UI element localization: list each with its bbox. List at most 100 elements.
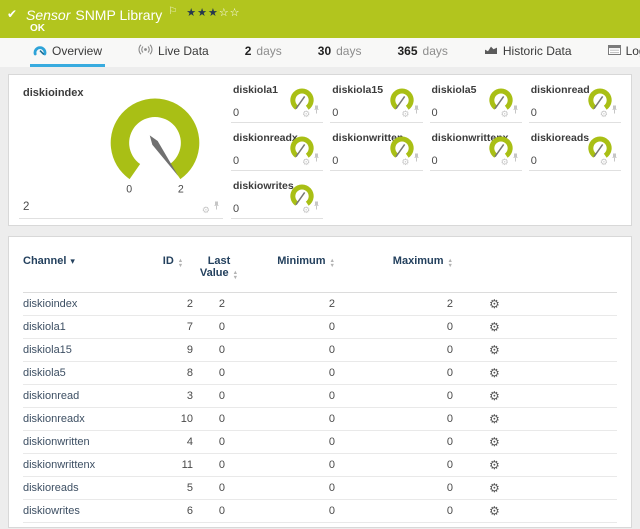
pin-icon[interactable] — [512, 101, 519, 119]
small-gauge-cell: diskionwrittenx 0 ⚙ — [430, 129, 522, 171]
tab-live-data[interactable]: Live Data — [135, 38, 212, 67]
pin-icon[interactable] — [313, 101, 320, 119]
star-empty-icon[interactable]: ☆☆ — [219, 7, 241, 19]
channel-settings-gear-icon[interactable]: ⚙ — [489, 527, 500, 529]
channel-settings-gear-icon[interactable]: ⚙ — [489, 458, 500, 472]
small-gauge-title: diskioreads — [531, 132, 589, 144]
channel-name-cell: diskiola5 — [23, 362, 151, 385]
small-gauge-title: diskiola15 — [332, 84, 383, 96]
small-gauge-cell: diskiola5 0 ⚙ — [430, 81, 522, 123]
channel-settings-gear-icon[interactable]: ⚙ — [489, 389, 500, 403]
pin-icon[interactable] — [313, 149, 320, 167]
sort-both-icon: ▲▼ — [178, 259, 183, 268]
tab-365-days[interactable]: 365 days — [394, 38, 450, 67]
gauge-gear-icon[interactable]: ⚙ — [600, 158, 608, 167]
channel-settings-gear-icon[interactable]: ⚙ — [489, 320, 500, 334]
gauge-scale-min: 0 — [126, 184, 132, 196]
channel-row: diskiowrites 6 0 0 0 ⚙ — [23, 500, 617, 523]
channel-name-cell: diskiola1 — [23, 316, 151, 339]
channel-last-value-cell: 0 — [195, 408, 243, 431]
tab-number: 365 — [397, 44, 417, 58]
channel-last-value-cell: 0 — [195, 316, 243, 339]
channel-minimum-cell: 0 — [243, 454, 363, 477]
tab-historic-data[interactable]: Historic Data — [481, 38, 575, 67]
small-gauge-value: 0 — [332, 155, 338, 167]
gauge-gear-icon[interactable]: ⚙ — [600, 110, 608, 119]
channel-last-value-cell — [195, 523, 243, 529]
tab-number: 2 — [245, 44, 252, 58]
channel-settings-gear-icon[interactable]: ⚙ — [489, 481, 500, 495]
channel-minimum-cell: 0 — [243, 431, 363, 454]
channel-maximum-cell: 2 — [363, 293, 481, 316]
small-gauge-cell: diskiola15 0 ⚙ — [330, 81, 422, 123]
channel-id-cell: 8 — [151, 362, 195, 385]
channel-settings-gear-icon[interactable]: ⚙ — [489, 343, 500, 357]
tab-log[interactable]: Log — [605, 38, 640, 67]
tab-label: days — [423, 44, 448, 58]
channel-minimum-cell: 0 — [243, 408, 363, 431]
pin-icon[interactable] — [413, 149, 420, 167]
channel-maximum-cell: 0 — [363, 431, 481, 454]
gauge-gear-icon[interactable]: ⚙ — [401, 158, 409, 167]
channel-settings-gear-icon[interactable]: ⚙ — [489, 435, 500, 449]
tab-overview[interactable]: Overview — [30, 38, 105, 67]
channel-name-cell: Downtime — [23, 523, 151, 529]
main-gauge-value: 2 — [23, 201, 29, 213]
pin-icon[interactable] — [413, 101, 420, 119]
priority-stars[interactable]: ★★★☆☆ — [186, 7, 240, 19]
column-header-last-value[interactable]: Last Value▲▼ — [195, 249, 243, 293]
channel-minimum-cell: 2 — [243, 293, 363, 316]
gauge-gear-icon[interactable]: ⚙ — [501, 110, 509, 119]
column-header-channel[interactable]: Channel▾ — [23, 249, 151, 293]
channel-row: Downtime -4 ⚙ — [23, 523, 617, 529]
column-header-id[interactable]: ID▲▼ — [151, 249, 195, 293]
gauge-gear-icon[interactable]: ⚙ — [401, 110, 409, 119]
live-data-broadcast-icon — [138, 44, 153, 58]
channel-row: diskiola1 7 0 0 0 ⚙ — [23, 316, 617, 339]
main-gauge-dial[interactable]: 0 2 — [95, 93, 215, 202]
tab-label: Live Data — [158, 44, 209, 58]
channel-row: diskioreads 5 0 0 0 ⚙ — [23, 477, 617, 500]
channel-maximum-cell: 0 — [363, 500, 481, 523]
column-header-minimum[interactable]: Minimum▲▼ — [243, 249, 363, 293]
channel-last-value-cell: 0 — [195, 431, 243, 454]
channel-settings-gear-icon[interactable]: ⚙ — [489, 504, 500, 518]
pin-icon[interactable] — [512, 149, 519, 167]
gauge-gear-icon[interactable]: ⚙ — [501, 158, 509, 167]
star-filled-icon[interactable]: ★★★ — [186, 7, 219, 19]
channel-maximum-cell: 0 — [363, 408, 481, 431]
channel-settings-gear-icon[interactable]: ⚙ — [489, 366, 500, 380]
pin-icon[interactable] — [611, 149, 618, 167]
channel-settings-gear-icon[interactable]: ⚙ — [489, 297, 500, 311]
page-title: SensorSNMP Library⚐★★★☆☆ — [26, 6, 241, 23]
pin-icon[interactable] — [611, 101, 618, 119]
tab-2-days[interactable]: 2 days — [242, 38, 285, 67]
gauge-gear-icon[interactable]: ⚙ — [302, 206, 310, 215]
main-gauge-cell-diskioindex: diskioindex 0 2 2 ⚙ — [19, 81, 223, 219]
small-gauge-cell: diskionwritten 0 ⚙ — [330, 129, 422, 171]
small-gauge-cell: diskionread 0 ⚙ — [529, 81, 621, 123]
channel-id-cell: 5 — [151, 477, 195, 500]
historic-chart-icon — [484, 44, 498, 58]
pin-icon[interactable] — [313, 197, 320, 215]
channel-id-cell: 4 — [151, 431, 195, 454]
channel-settings-gear-icon[interactable]: ⚙ — [489, 412, 500, 426]
gauge-gear-icon[interactable]: ⚙ — [302, 110, 310, 119]
small-gauges-grid: diskiola1 0 ⚙ diskiola15 — [231, 81, 621, 219]
sensor-name: SNMP Library — [75, 7, 162, 23]
sort-both-icon: ▲▼ — [233, 271, 238, 280]
channel-minimum-cell: 0 — [243, 477, 363, 500]
gauge-gear-icon[interactable]: ⚙ — [302, 158, 310, 167]
tab-30-days[interactable]: 30 days — [315, 38, 365, 67]
pin-icon[interactable] — [213, 197, 220, 215]
channel-name-cell: diskionwrittenx — [23, 454, 151, 477]
channel-id-cell: 3 — [151, 385, 195, 408]
column-header-maximum[interactable]: Maximum▲▼ — [363, 249, 481, 293]
gauge-gear-icon[interactable]: ⚙ — [202, 206, 210, 215]
channel-maximum-cell — [363, 523, 481, 529]
small-gauge-cell: diskioreads 0 ⚙ — [529, 129, 621, 171]
channel-id-cell: 9 — [151, 339, 195, 362]
channel-last-value-cell: 0 — [195, 339, 243, 362]
channel-id-cell: -4 — [151, 523, 195, 529]
status-badge: OK — [30, 23, 45, 34]
